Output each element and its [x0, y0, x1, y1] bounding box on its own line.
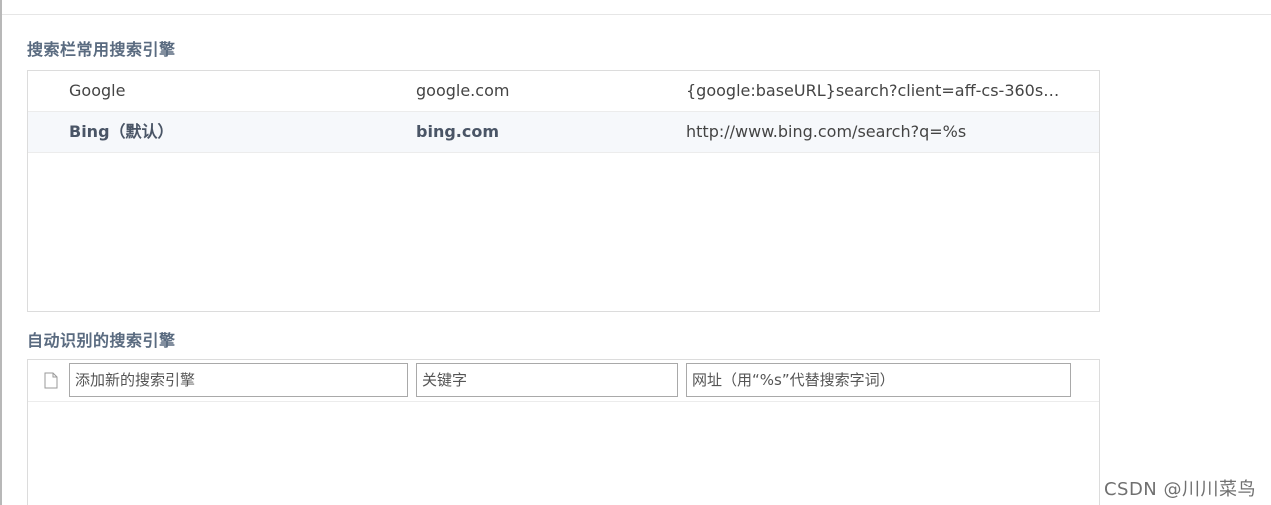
common-engines-title: 搜索栏常用搜索引擎: [27, 40, 176, 59]
new-engine-keyword-input[interactable]: [416, 363, 678, 397]
engine-url: http://www.bing.com/search?q=%s: [686, 122, 967, 141]
engine-row-bing[interactable]: Bing（默认） bing.com http://www.bing.com/se…: [28, 112, 1099, 153]
search-engine-settings: 搜索栏常用搜索引擎 Google google.com {google:base…: [0, 0, 1271, 505]
engine-name: Bing（默认）: [69, 122, 174, 141]
auto-engines-list: [27, 359, 1100, 505]
engine-name: Google: [69, 81, 126, 100]
engine-row-google[interactable]: Google google.com {google:baseURL}search…: [28, 71, 1099, 112]
new-engine-url-input[interactable]: [686, 363, 1071, 397]
file-icon: [44, 372, 58, 389]
add-engine-row: [28, 360, 1099, 402]
new-engine-name-input[interactable]: [69, 363, 408, 397]
common-engines-list: Google google.com {google:baseURL}search…: [27, 70, 1100, 312]
engine-url: {google:baseURL}search?client=aff-cs-360…: [686, 81, 1066, 100]
watermark: CSDN @川川菜鸟: [1103, 479, 1256, 500]
left-border: [0, 0, 2, 505]
top-divider: [2, 14, 1271, 15]
engine-keyword: google.com: [416, 81, 510, 100]
engine-keyword: bing.com: [416, 122, 500, 141]
auto-engines-title: 自动识别的搜索引擎: [27, 331, 176, 350]
